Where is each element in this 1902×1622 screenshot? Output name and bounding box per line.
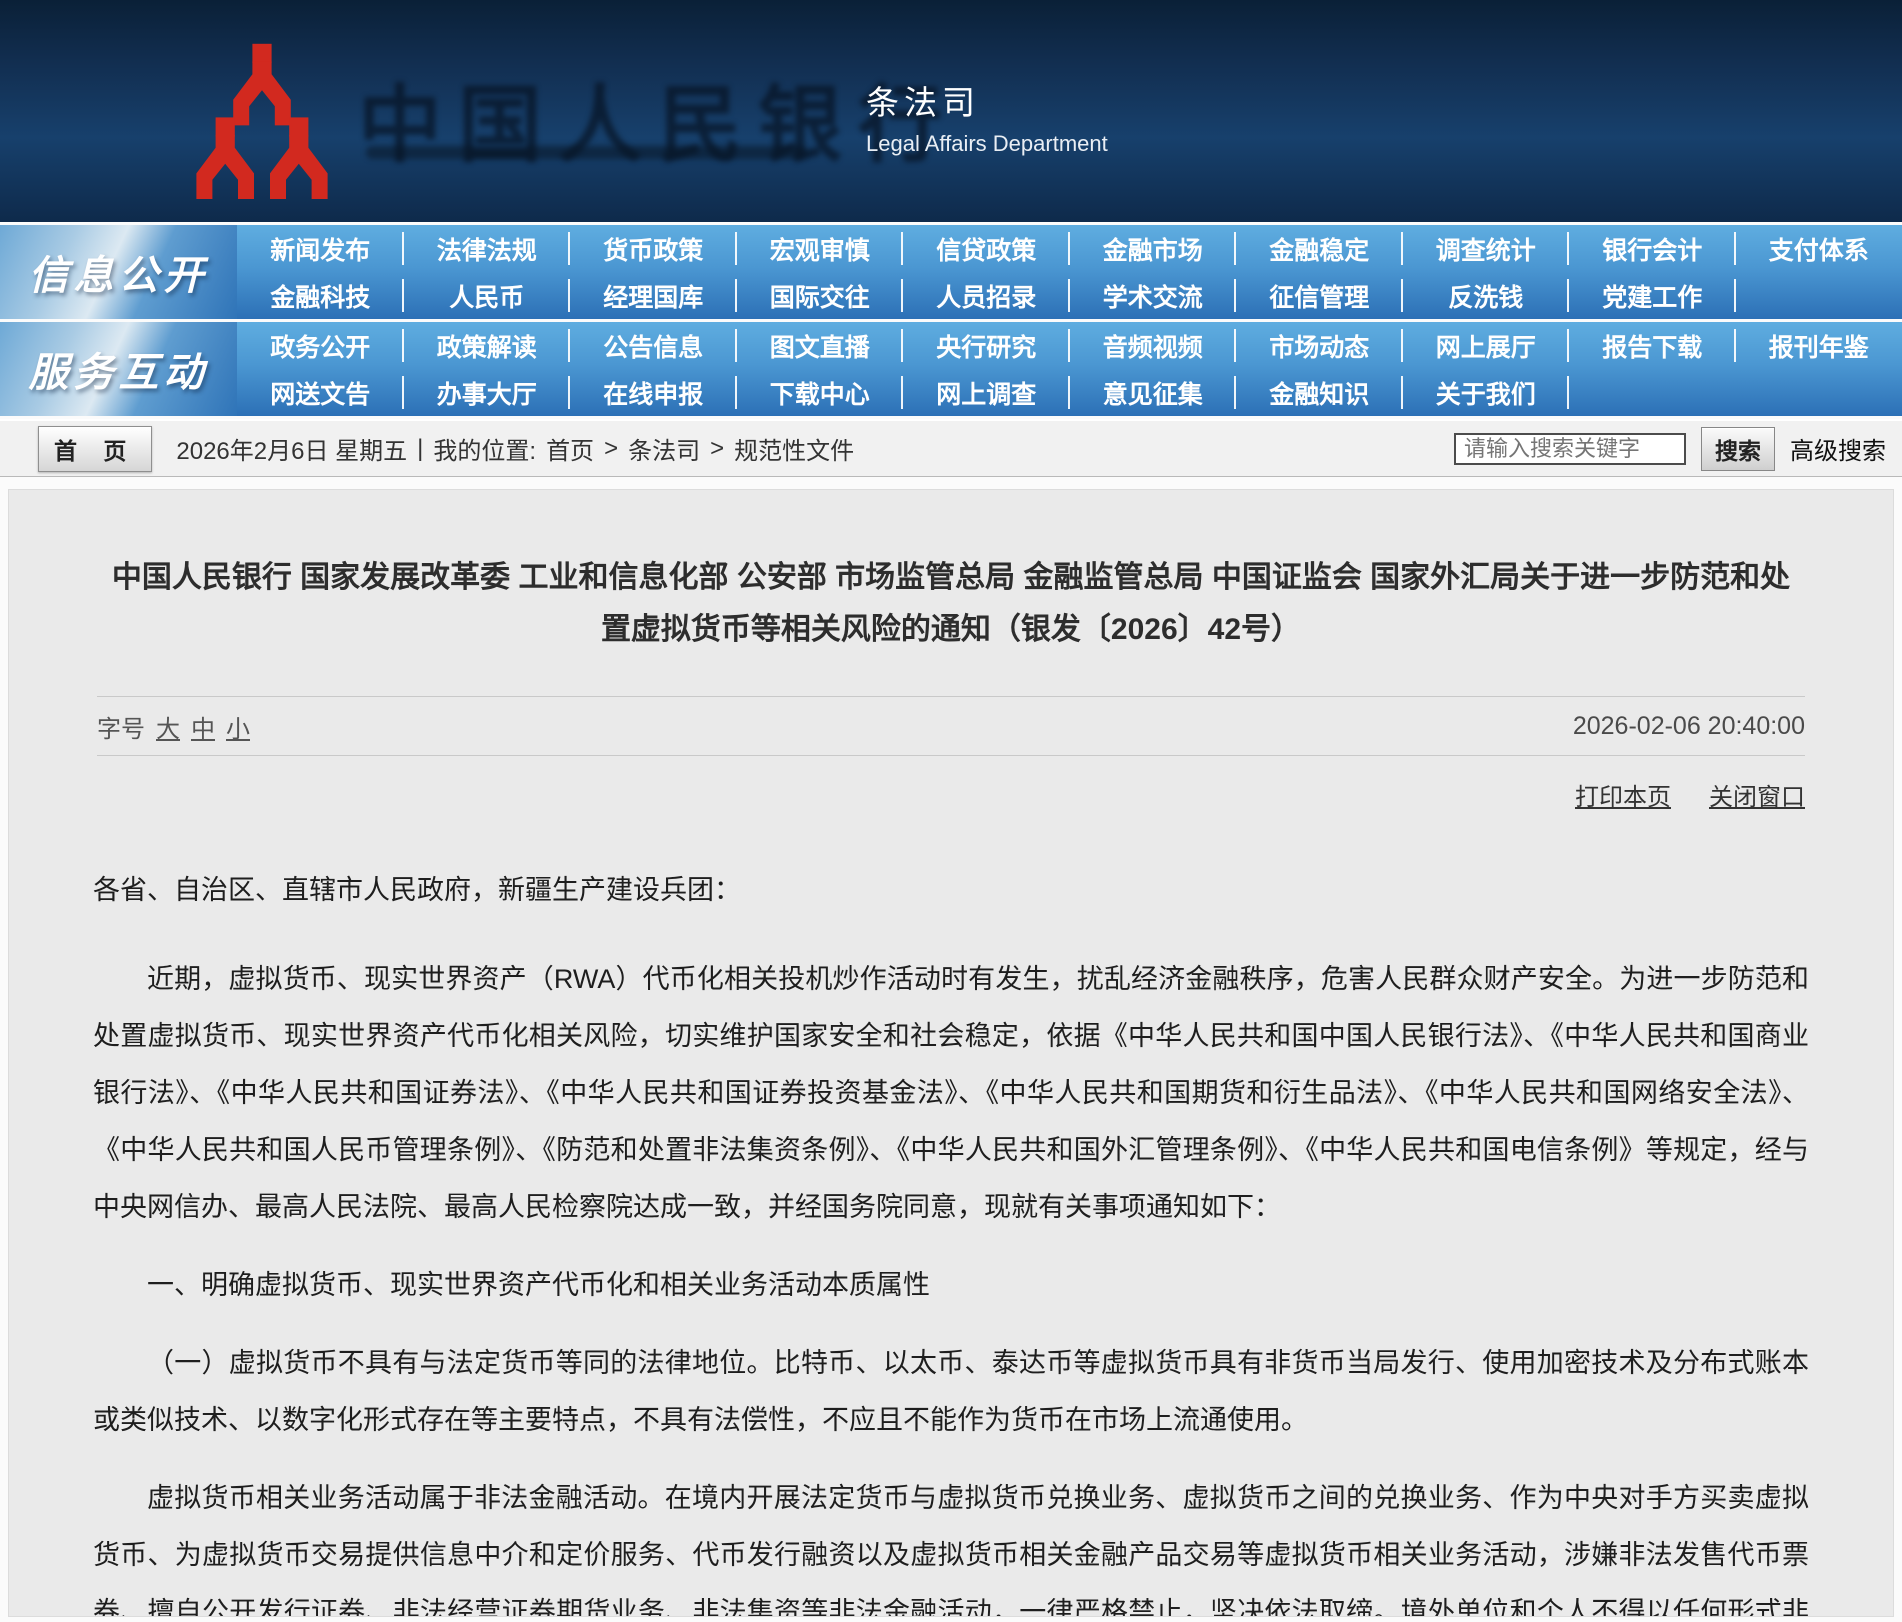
nav-item[interactable]: 支付体系 (1736, 225, 1902, 272)
nav-item[interactable]: 政策解读 (404, 322, 571, 369)
nav-item (1736, 272, 1902, 319)
nav-item[interactable]: 法律法规 (404, 225, 571, 272)
nav-item[interactable]: 新闻发布 (237, 225, 404, 272)
font-size-label: 字号 (97, 715, 145, 743)
location-label: 我的位置: (433, 438, 537, 465)
nav-item[interactable]: 网上展厅 (1403, 322, 1570, 369)
watermark-subtitle-blur (366, 146, 806, 159)
nav-item[interactable]: 网送文告 (237, 369, 404, 416)
article-panel: 中国人民银行 国家发展改革委 工业和信息化部 公安部 市场监管总局 金融监管总局… (8, 489, 1894, 1617)
nav-item[interactable]: 征信管理 (1236, 272, 1403, 319)
nav-item[interactable]: 下载中心 (737, 369, 904, 416)
print-page-link[interactable]: 打印本页 (1575, 777, 1671, 812)
nav-item[interactable]: 金融科技 (237, 272, 404, 319)
nav-item[interactable]: 图文直播 (737, 322, 904, 369)
nav-item[interactable]: 央行研究 (903, 322, 1070, 369)
nav-item[interactable]: 金融知识 (1236, 369, 1403, 416)
home-button[interactable]: 首 页 (38, 425, 153, 472)
nav-grid: 政务公开 政策解读 公告信息 图文直播 央行研究 音频视频 市场动态 网上展厅 报告下载 报刊年鉴… (237, 322, 1902, 416)
nav-item[interactable]: 在线申报 (570, 369, 737, 416)
nav-item[interactable]: 意见征集 (1070, 369, 1237, 416)
article-meta-row: 字号 大 中 小 2026-02-06 20:40:00 (97, 696, 1805, 756)
font-size-small-link[interactable]: 小 (226, 709, 250, 744)
nav-item[interactable]: 调查统计 (1403, 225, 1570, 272)
pboc-logo-icon (196, 43, 328, 199)
nav-item[interactable]: 反洗钱 (1403, 272, 1570, 319)
close-window-link[interactable]: 关闭窗口 (1709, 777, 1805, 812)
site-header: 中国人民银行 条法司 Legal Affairs Department (0, 0, 1902, 222)
font-size-large-link[interactable]: 大 (156, 709, 180, 744)
nav-item (1736, 369, 1902, 416)
nav-row: 政务公开 政策解读 公告信息 图文直播 央行研究 音频视频 市场动态 网上展厅 报告下载 报刊年鉴 (237, 322, 1902, 369)
nav-item[interactable]: 货币政策 (570, 225, 737, 272)
breadcrumb-bar: 首 页 2026年2月6日 星期五 | 我的位置: 首页 > 条法司 > 规范性… (0, 419, 1902, 477)
font-size-medium-link[interactable]: 中 (191, 709, 215, 744)
nav-item[interactable]: 党建工作 (1569, 272, 1736, 319)
nav-item[interactable]: 公告信息 (570, 322, 737, 369)
nav-item[interactable]: 报刊年鉴 (1736, 322, 1902, 369)
nav-grid: 新闻发布 法律法规 货币政策 宏观审慎 信贷政策 金融市场 金融稳定 调查统计 银行会计 支付体系… (237, 225, 1902, 319)
nav-item[interactable]: 政务公开 (237, 322, 404, 369)
nav-item[interactable]: 报告下载 (1569, 322, 1736, 369)
breadcrumb: 2026年2月6日 星期五 | 我的位置: 首页 > 条法司 > 规范性文件 (176, 431, 854, 466)
nav-item[interactable]: 人员招录 (903, 272, 1070, 319)
nav-item[interactable]: 金融稳定 (1236, 225, 1403, 272)
article-paragraph: 近期，虚拟货币、现实世界资产（RWA）代币化相关投机炒作活动时有发生，扰乱经济金… (93, 964, 1809, 1222)
publish-datetime: 2026-02-06 20:40:00 (1572, 711, 1805, 740)
nav-item[interactable]: 银行会计 (1569, 225, 1736, 272)
crumb-separator: > (710, 434, 725, 462)
article-paragraph: （一）虚拟货币不具有与法定货币等同的法律地位。比特币、以太币、泰达币等虚拟货币具… (93, 1348, 1809, 1435)
nav-label-info-disclosure[interactable]: 信息公开 (0, 225, 237, 319)
window-actions-row: 打印本页 关闭窗口 (97, 756, 1805, 832)
breadcrumb-crumb-home[interactable]: 首页 (546, 431, 594, 466)
divider: | (417, 434, 424, 462)
nav-item[interactable]: 音频视频 (1070, 322, 1237, 369)
advanced-search-link[interactable]: 高级搜索 (1790, 431, 1886, 466)
date-text: 2026年2月6日 星期五 (176, 438, 408, 465)
crumb-separator: > (604, 434, 619, 462)
article-paragraph: 虚拟货币相关业务活动属于非法金融活动。在境内开展法定货币与虚拟货币兑换业务、虚拟… (93, 1483, 1809, 1617)
page-title: 中国人民银行 国家发展改革委 工业和信息化部 公安部 市场监管总局 金融监管总局… (111, 561, 1791, 646)
nav-row: 金融科技 人民币 经理国库 国际交往 人员招录 学术交流 征信管理 反洗钱 党建工作 (237, 272, 1902, 319)
font-size-control: 字号 大 中 小 (97, 709, 250, 744)
search-input[interactable] (1454, 432, 1686, 465)
article-paragraph: 各省、自治区、直辖市人民政府，新疆生产建设兵团： (93, 875, 741, 905)
nav-item[interactable]: 金融市场 (1070, 225, 1237, 272)
nav-item[interactable]: 人民币 (404, 272, 571, 319)
breadcrumb-crumb-dept[interactable]: 条法司 (628, 431, 700, 466)
department-subtitle-en: Legal Affairs Department (866, 131, 1108, 156)
nav-item[interactable]: 经理国库 (570, 272, 737, 319)
nav-item[interactable]: 关于我们 (1403, 369, 1570, 416)
nav-item[interactable]: 宏观审慎 (737, 225, 904, 272)
nav-item[interactable]: 市场动态 (1236, 322, 1403, 369)
main-navigation: 信息公开 新闻发布 法律法规 货币政策 宏观审慎 信贷政策 金融市场 金融稳定 调查统计 银行会… (0, 225, 1902, 416)
nav-item[interactable]: 网上调查 (903, 369, 1070, 416)
article-body: 各省、自治区、直辖市人民政府，新疆生产建设兵团： 近期，虚拟货币、现实世界资产（R… (9, 832, 1893, 1617)
breadcrumb-crumb-docs[interactable]: 规范性文件 (734, 431, 854, 466)
nav-row: 网送文告 办事大厅 在线申报 下载中心 网上调查 意见征集 金融知识 关于我们 (237, 369, 1902, 416)
nav-section-services: 服务互动 政务公开 政策解读 公告信息 图文直播 央行研究 音频视频 市场动态 网上展厅 报告下… (0, 322, 1902, 416)
nav-item (1569, 369, 1736, 416)
search-cluster: 搜索 高级搜索 (1454, 426, 1886, 471)
article-paragraph: 一、明确虚拟货币、现实世界资产代币化和相关业务活动本质属性 (147, 1270, 930, 1300)
search-button[interactable]: 搜索 (1701, 426, 1775, 471)
nav-item[interactable]: 学术交流 (1070, 272, 1237, 319)
department-title: 条法司 (866, 84, 980, 121)
nav-row: 新闻发布 法律法规 货币政策 宏观审慎 信贷政策 金融市场 金融稳定 调查统计 银行会计 支付体系 (237, 225, 1902, 272)
nav-label-services[interactable]: 服务互动 (0, 322, 237, 416)
nav-item[interactable]: 办事大厅 (404, 369, 571, 416)
department-block: 条法司 Legal Affairs Department (866, 76, 1108, 157)
nav-section-info-disclosure: 信息公开 新闻发布 法律法规 货币政策 宏观审慎 信贷政策 金融市场 金融稳定 调查统计 银行会… (0, 225, 1902, 319)
nav-item[interactable]: 信贷政策 (903, 225, 1070, 272)
nav-item[interactable]: 国际交往 (737, 272, 904, 319)
